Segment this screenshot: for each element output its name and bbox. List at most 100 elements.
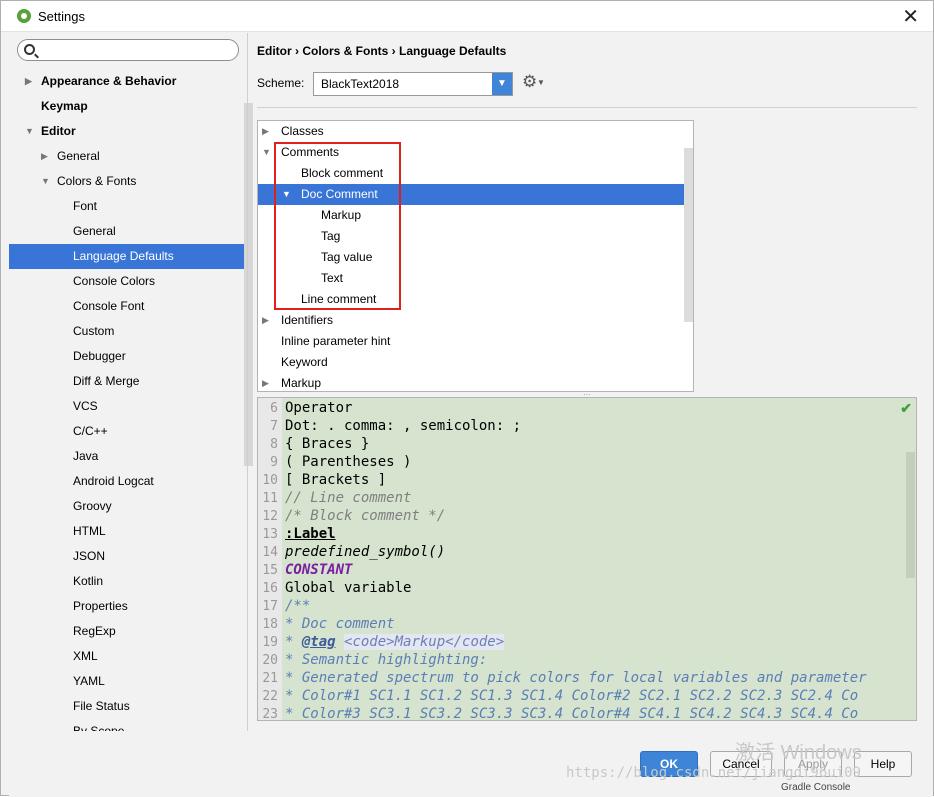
sidebar-item[interactable]: Language Defaults [9,244,247,269]
sidebar-item[interactable]: Android Logcat [9,469,247,494]
sidebar-item[interactable]: ▶ Appearance & Behavior [9,69,247,94]
code-text: /** [285,597,310,615]
sidebar-item[interactable]: YAML [9,669,247,694]
panel-divider[interactable] [247,33,248,731]
sidebar-item[interactable]: JSON [9,544,247,569]
code-token: // Line comment [285,490,412,506]
android-studio-icon [17,9,31,23]
sidebar-item[interactable]: VCS [9,394,247,419]
code-line: 8 { Braces } [258,435,916,453]
sidebar-item[interactable]: Java [9,444,247,469]
sidebar-item-label: Appearance & Behavior [41,74,177,88]
sidebar-item-label: VCS [73,399,98,413]
code-token: <code>Markup</code> [344,634,505,650]
line-number: 13 [262,527,278,542]
sidebar-item-label: Custom [73,324,115,338]
code-line: 19 * @tag <code>Markup</code> [258,633,916,651]
preview-editor[interactable]: 6 Operator 7 Dot: . comma: , semicolon: ; 8 {… [257,397,917,721]
sidebar-item[interactable]: General [9,219,247,244]
code-line: 16 Global variable [258,579,916,597]
code-line: 17 /** [258,597,916,615]
code-line: 7 Dot: . comma: , semicolon: ; [258,417,916,435]
sidebar-item[interactable]: ▼ Editor [9,119,247,144]
chevron-down-icon[interactable]: ▼ [41,169,50,194]
chevron-right-icon[interactable]: ▶ [262,121,269,142]
sidebar-item[interactable]: Debugger [9,344,247,369]
code-text: CONSTANT [285,561,352,579]
code-text: /* Block comment */ [285,507,445,525]
editor-scrollbar[interactable] [906,452,915,578]
sidebar-item[interactable]: By Scope [9,719,247,731]
close-icon[interactable]: ✕ [902,4,919,29]
category-item[interactable]: ▶ Markup [258,373,693,391]
chevron-down-icon[interactable]: ▼ [25,119,34,144]
line-number: 22 [262,689,278,704]
sidebar-item[interactable]: Diff & Merge [9,369,247,394]
sidebar-item-label: XML [73,649,98,663]
sidebar-item[interactable]: Console Colors [9,269,247,294]
code-line: 13:Label [258,525,916,543]
sidebar-item-label: General [73,224,116,238]
gradle-console-tab[interactable]: Gradle Console [781,782,850,793]
sidebar-item-label: Diff & Merge [73,374,140,388]
search-input[interactable] [17,39,239,61]
sidebar-item-label: General [57,149,100,163]
code-token: Operator [285,400,353,416]
sidebar-item-label: Java [73,449,99,463]
sidebar-item[interactable]: HTML [9,519,247,544]
sidebar-item[interactable]: C/C++ [9,419,247,444]
sidebar-item-label: Language Defaults [73,249,174,263]
sidebar-item[interactable]: Custom [9,319,247,344]
sidebar-item[interactable]: Keymap [9,94,247,119]
sidebar-item[interactable]: XML [9,644,247,669]
code-line: 11 // Line comment [258,489,916,507]
line-number: 9 [270,455,278,470]
chevron-right-icon[interactable]: ▶ [25,69,32,94]
sidebar-item-label: YAML [73,674,105,688]
sidebar-item-label: Android Logcat [73,474,154,488]
sidebar-item-label: C/C++ [73,424,108,438]
sidebar-item-label: Keymap [41,99,88,113]
code-text: { Braces } [285,435,369,453]
scheme-select[interactable]: BlackText2018 ▼ [313,72,513,96]
sidebar-item[interactable]: Groovy [9,494,247,519]
sidebar-item[interactable]: Console Font [9,294,247,319]
gear-dropdown-icon[interactable]: ▼ [537,78,545,87]
sidebar-scrollbar[interactable] [244,103,253,466]
code-line: 18 * Doc comment [258,615,916,633]
code-token: * [285,634,302,650]
code-token: /** [285,598,311,614]
code-text: * Color#1 SC1.1 SC1.2 SC1.3 SC1.4 Color#… [285,687,858,705]
category-item[interactable]: ▶ Classes [258,121,693,142]
scheme-value: BlackText2018 [321,77,400,91]
code-text: * Doc comment [285,615,395,633]
code-line: 6 Operator [258,399,916,417]
category-item[interactable]: ▶ Identifiers [258,310,693,331]
search-icon [24,44,35,55]
code-token: @tag [301,634,336,650]
code-text: Operator [285,399,352,417]
gear-icon[interactable]: ⚙ [522,72,537,92]
category-item[interactable]: Inline parameter hint [258,331,693,352]
sidebar-item[interactable]: Kotlin [9,569,247,594]
chevron-down-icon[interactable]: ▼ [262,142,271,163]
chevron-right-icon[interactable]: ▶ [41,144,48,169]
chevron-right-icon[interactable]: ▶ [262,373,269,391]
chevron-down-icon[interactable]: ▼ [492,73,512,95]
sidebar-item[interactable]: RegExp [9,619,247,644]
category-item[interactable]: Keyword [258,352,693,373]
category-item-label: Identifiers [281,313,334,327]
chevron-right-icon[interactable]: ▶ [262,310,269,331]
sidebar-item[interactable]: Font [9,194,247,219]
code-token: Global variable [285,580,412,596]
sidebar-item[interactable]: File Status [9,694,247,719]
sidebar-item-label: Groovy [73,499,112,513]
code-token: * Color#1 SC1.1 SC1.2 SC1.3 SC1.4 Color#… [285,688,859,704]
category-tree-scrollbar[interactable] [684,148,693,322]
sidebar-item[interactable]: ▼ Colors & Fonts [9,169,247,194]
sidebar-item[interactable]: Properties [9,594,247,619]
sidebar-item[interactable]: ▶ General [9,144,247,169]
code-text: Global variable [285,579,411,597]
code-line: 12 /* Block comment */ [258,507,916,525]
help-button[interactable]: Help [854,751,912,777]
